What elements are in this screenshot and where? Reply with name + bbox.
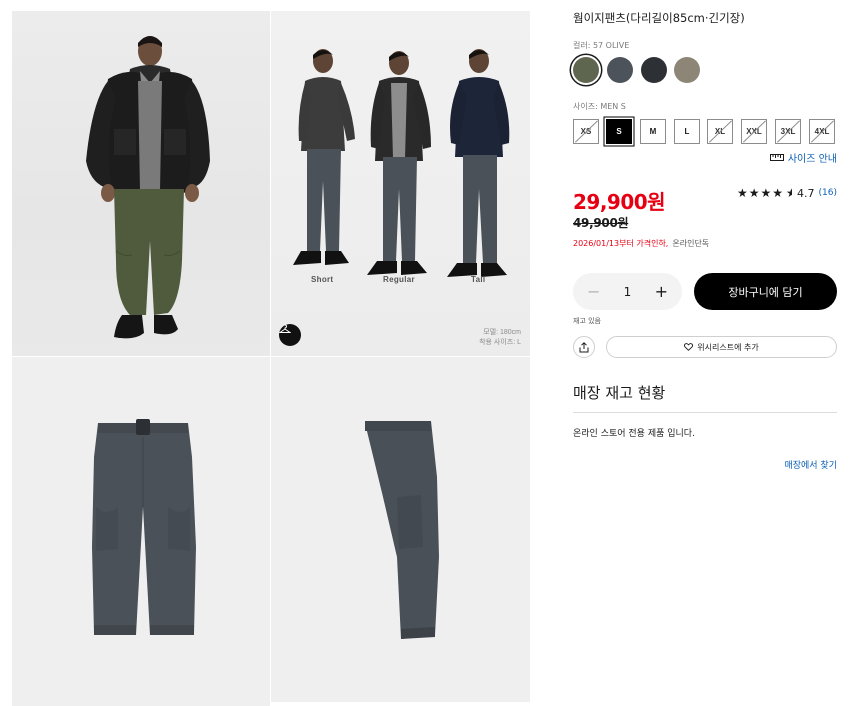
size-button-xs[interactable]: XS — [573, 119, 599, 144]
model-size: 착용 사이즈: L — [479, 339, 521, 346]
size-button-3xl[interactable]: 3XL — [775, 119, 801, 144]
quantity-stepper: − 1 + — [573, 273, 682, 310]
variant-label-regular: Regular — [383, 275, 415, 284]
ruler-icon — [769, 154, 784, 161]
size-button-4xl[interactable]: 4XL — [809, 119, 835, 144]
gallery-image-model-front[interactable] — [12, 11, 270, 356]
gallery-image-pants-side[interactable] — [271, 357, 530, 702]
review-count[interactable]: (16) — [819, 188, 837, 198]
color-swatch-olive[interactable] — [573, 57, 599, 83]
divider — [573, 412, 837, 413]
size-button-m[interactable]: M — [640, 119, 666, 144]
price-reduction-date: 2026/01/13부터 가격인하, — [573, 239, 669, 248]
color-swatch-beige[interactable] — [674, 57, 700, 83]
half-star-icon: ★ — [786, 186, 792, 200]
heart-icon — [684, 343, 694, 351]
gallery-image-pants-front[interactable] — [12, 357, 270, 706]
hanger-icon[interactable] — [279, 324, 301, 346]
variant-label-short: Short — [311, 275, 334, 284]
online-only-note: 온라인 스토어 전용 제품 입니다. — [573, 429, 695, 439]
color-label: 컬러: 57 OLIVE — [573, 41, 630, 50]
size-button-xxl[interactable]: XXL — [741, 119, 767, 144]
size-button-xl[interactable]: XL — [707, 119, 733, 144]
variant-label-tall: Tall — [471, 275, 486, 284]
rating[interactable]: ★★★★ ★ 4.7 (16) — [737, 186, 837, 200]
product-gallery: Short Regular Tall 모델: 180cm 착용 사이즈: L — [12, 11, 530, 706]
add-to-wishlist-button[interactable]: 위시리스트에 추가 — [606, 336, 837, 358]
quantity-value: 1 — [623, 284, 632, 299]
quantity-plus-button[interactable]: + — [655, 282, 668, 301]
add-to-cart-button[interactable]: 장바구니에 담기 — [694, 273, 837, 310]
size-guide-label: 사이즈 안내 — [787, 154, 837, 165]
size-button-s[interactable]: S — [606, 119, 632, 144]
color-swatch-gray[interactable] — [607, 57, 633, 83]
model-height: 모델: 180cm — [483, 329, 521, 336]
product-title: 웜이지팬츠(다리길이85cm·긴기장) — [573, 11, 745, 25]
quantity-minus-button[interactable]: − — [587, 282, 600, 301]
original-price: 49,900원 — [573, 216, 629, 230]
model-info: 모델: 180cm 착용 사이즈: L — [479, 328, 521, 348]
size-guide-link[interactable]: 사이즈 안내 — [769, 150, 837, 165]
online-exclusive-label: 온라인단독 — [672, 239, 710, 248]
current-price: 29,900원 — [573, 190, 666, 214]
wishlist-label: 위시리스트에 추가 — [697, 342, 759, 352]
find-in-store-link[interactable]: 매장에서 찾기 — [784, 458, 837, 471]
store-stock-title: 매장 재고 현황 — [573, 384, 666, 402]
size-label: 사이즈: MEN S — [573, 102, 626, 111]
share-icon — [579, 341, 589, 352]
gallery-image-length-variants[interactable]: Short Regular Tall 모델: 180cm 착용 사이즈: L — [271, 11, 530, 356]
price-note: 2026/01/13부터 가격인하, 온라인단독 — [573, 238, 709, 249]
color-swatch-dark-gray[interactable] — [641, 57, 667, 83]
share-button[interactable] — [573, 336, 595, 358]
stock-status: 재고 있음 — [573, 317, 601, 325]
size-button-l[interactable]: L — [674, 119, 700, 144]
star-icons: ★★★★ — [736, 186, 785, 200]
rating-score: 4.7 — [797, 186, 815, 200]
